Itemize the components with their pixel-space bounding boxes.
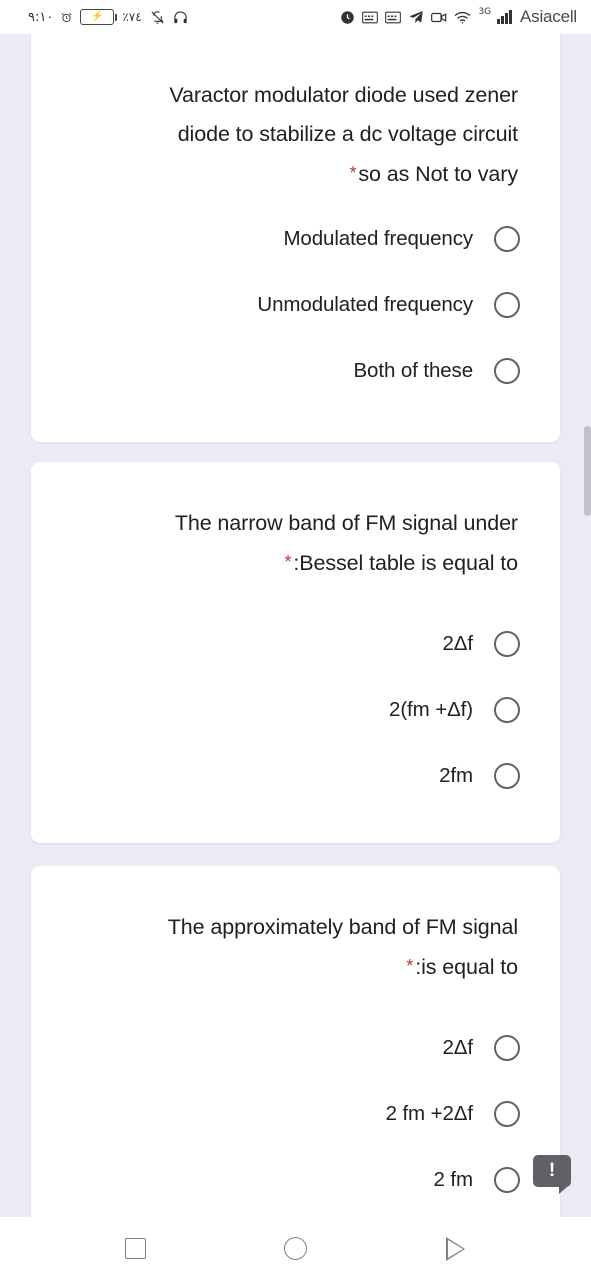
status-time: ٩:١٠ bbox=[28, 9, 54, 25]
question-line-text: so as Not to vary bbox=[358, 162, 518, 186]
option-list: 2Δf 2 fm +2Δf 2 fm bbox=[31, 987, 560, 1213]
keyboard-icon bbox=[362, 11, 379, 24]
question-line-text: :is equal to bbox=[415, 955, 518, 979]
status-bar: ٩:١٠ ⚡ ٪٧٤ 3G Asiacell bbox=[0, 0, 591, 34]
radio-button[interactable] bbox=[494, 631, 520, 657]
option-row[interactable]: 2Δf bbox=[73, 611, 520, 677]
question-line: diode to stabilize a dc voltage circuit bbox=[177, 122, 518, 146]
android-nav-bar bbox=[0, 1217, 591, 1280]
radio-button[interactable] bbox=[494, 1167, 520, 1193]
option-label: 2Δf bbox=[442, 1036, 474, 1059]
option-row[interactable]: Both of these bbox=[73, 338, 520, 404]
option-list: 2Δf 2(fm +Δf) 2fm bbox=[31, 583, 560, 809]
carrier-name: Asiacell bbox=[520, 7, 577, 26]
form-scroll-area[interactable]: Varactor modulator diode used zener diod… bbox=[0, 34, 591, 1217]
radio-button[interactable] bbox=[494, 1035, 520, 1061]
option-row[interactable]: 2 fm +2Δf bbox=[73, 1081, 520, 1147]
alarm-icon bbox=[340, 10, 355, 25]
video-camera-icon bbox=[431, 11, 447, 24]
phone-screen: ٩:١٠ ⚡ ٪٧٤ 3G Asiacell Varactor modulato… bbox=[0, 0, 591, 1280]
exclamation-glyph: ! bbox=[548, 1159, 556, 1181]
option-list: Modulated frequency Unmodulated frequenc… bbox=[31, 194, 560, 404]
question-card: Varactor modulator diode used zener diod… bbox=[31, 34, 560, 442]
headphones-icon bbox=[173, 10, 188, 25]
option-label: 2 fm +2Δf bbox=[385, 1102, 474, 1125]
question-text: Varactor modulator diode used zener diod… bbox=[31, 34, 560, 194]
scrollbar-thumb[interactable] bbox=[584, 426, 591, 516]
question-line: The narrow band of FM signal under bbox=[174, 511, 518, 535]
question-line-text: :Bessel table is equal to bbox=[293, 551, 518, 575]
status-bar-left: ٩:١٠ ⚡ ٪٧٤ bbox=[28, 9, 188, 25]
question-line-with-required: *:Bessel table is equal to bbox=[73, 543, 519, 583]
radio-button[interactable] bbox=[494, 292, 520, 318]
option-label: Unmodulated frequency bbox=[257, 293, 473, 316]
circle-home-icon[interactable] bbox=[271, 1224, 321, 1274]
radio-button[interactable] bbox=[494, 1101, 520, 1127]
question-text: The approximately band of FM signal *:is… bbox=[31, 866, 560, 987]
notifications-off-icon bbox=[150, 10, 165, 25]
option-row[interactable]: 2(fm +Δf) bbox=[73, 677, 520, 743]
scrollbar-track[interactable] bbox=[584, 34, 591, 1217]
option-label: 2fm bbox=[439, 764, 473, 787]
keyboard-icon bbox=[385, 11, 402, 24]
wifi-icon bbox=[454, 10, 471, 24]
telegram-icon bbox=[408, 9, 424, 25]
option-label: 2(fm +Δf) bbox=[389, 698, 473, 721]
network-generation-label: 3G bbox=[478, 7, 492, 17]
option-row[interactable]: Unmodulated frequency bbox=[73, 272, 520, 338]
exclamation-icon[interactable]: ! bbox=[533, 1155, 571, 1194]
signal-bars-icon bbox=[497, 10, 513, 24]
option-label: Both of these bbox=[353, 359, 473, 382]
status-bar-right: 3G Asiacell bbox=[340, 7, 577, 27]
triangle-back-icon[interactable] bbox=[431, 1224, 481, 1274]
option-label: 2Δf bbox=[442, 632, 474, 655]
question-line: Varactor modulator diode used zener bbox=[169, 83, 518, 107]
radio-button[interactable] bbox=[494, 226, 520, 252]
alarm-icon bbox=[61, 12, 72, 23]
question-line-with-required: *:is equal to bbox=[73, 947, 518, 987]
battery-percent: ٪٧٤ bbox=[122, 10, 142, 24]
radio-button[interactable] bbox=[494, 763, 520, 789]
option-row[interactable]: 2Δf bbox=[73, 1015, 520, 1081]
option-row[interactable]: Modulated frequency bbox=[73, 206, 520, 272]
question-card: The narrow band of FM signal under *:Bes… bbox=[31, 462, 560, 843]
question-line: The approximately band of FM signal bbox=[167, 915, 518, 939]
question-card: The approximately band of FM signal *:is… bbox=[31, 866, 560, 1217]
question-text: The narrow band of FM signal under *:Bes… bbox=[31, 462, 560, 583]
radio-button[interactable] bbox=[494, 697, 520, 723]
option-label: 2 fm bbox=[433, 1168, 474, 1191]
question-line-with-required: *so as Not to vary bbox=[73, 154, 518, 194]
option-label: Modulated frequency bbox=[283, 227, 473, 250]
battery-charging-icon: ⚡ bbox=[80, 9, 118, 25]
option-row[interactable]: 2fm bbox=[73, 743, 520, 809]
square-recents-icon[interactable] bbox=[111, 1224, 161, 1274]
option-row[interactable]: 2 fm bbox=[73, 1147, 520, 1213]
radio-button[interactable] bbox=[494, 358, 520, 384]
required-asterisk: * bbox=[406, 956, 414, 976]
